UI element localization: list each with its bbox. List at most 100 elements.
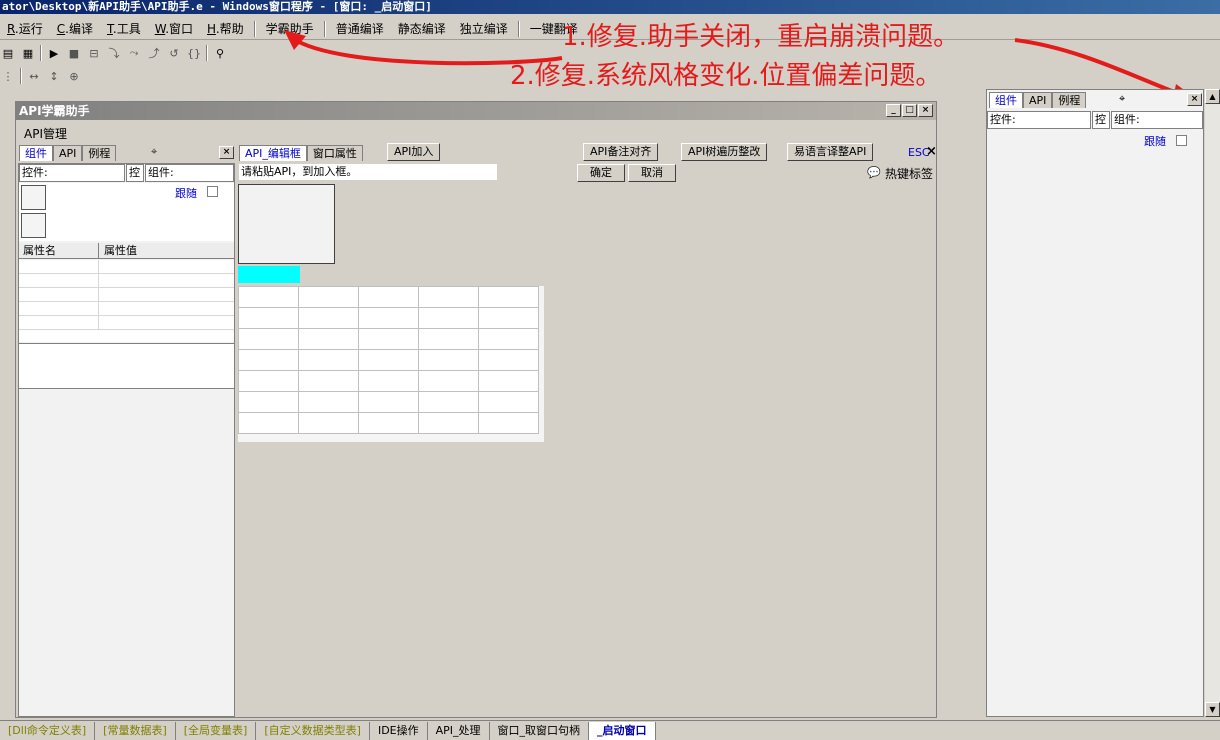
tab-get-window-handle[interactable]: 窗口_取窗口句柄 <box>490 722 590 740</box>
scroll-up-icon[interactable]: ▲ <box>1205 89 1220 104</box>
helper-window-title: API学霸助手 <box>16 102 936 120</box>
control-field[interactable]: 控件: <box>987 111 1091 129</box>
table-row[interactable] <box>19 274 234 288</box>
same-size-icon[interactable]: ⊕ <box>66 68 82 84</box>
table-row <box>238 307 539 329</box>
confirm-button[interactable]: 确定 <box>577 164 625 182</box>
component-icon-box[interactable] <box>21 185 46 210</box>
api-helper-window: API学霸助手 _ □ × API管理 组件 API 例程 ⌖ × 控件: 控 … <box>15 101 937 718</box>
table-row <box>238 370 539 392</box>
tab-dll-commands[interactable]: [Dll命令定义表] <box>0 722 96 740</box>
tab-examples[interactable]: 例程 <box>1052 92 1087 108</box>
design-grid[interactable] <box>238 286 544 442</box>
tab-ide-ops[interactable]: IDE操作 <box>370 722 428 740</box>
component-icon-box[interactable] <box>21 213 46 238</box>
same-height-icon[interactable]: ↕ <box>46 68 62 84</box>
step-icon[interactable]: ⊟ <box>86 45 102 61</box>
cyan-selection-block[interactable] <box>238 266 300 283</box>
menu-separator <box>253 20 256 37</box>
menu-run-key: R <box>7 21 15 36</box>
control-field[interactable]: 控件: <box>19 164 125 182</box>
follow-checkbox[interactable] <box>1176 135 1187 146</box>
panel-icon[interactable]: ▦ <box>20 45 36 61</box>
menu-help-label: .帮助 <box>215 21 244 36</box>
menu-window[interactable]: W.窗口 <box>148 19 200 39</box>
tab-api[interactable]: API <box>1023 92 1053 108</box>
follow-label: 跟随 <box>175 187 197 200</box>
tab-components[interactable]: 组件 <box>989 92 1023 108</box>
hotkey-label[interactable]: 热键标签 <box>885 165 933 182</box>
tab-examples[interactable]: 例程 <box>82 145 117 161</box>
table-row[interactable] <box>19 302 234 316</box>
pin-icon[interactable]: ⌖ <box>1119 92 1125 106</box>
toolbar-row-1: ▤ ▦ ▶ ■ ⊟ ⤵ ⤳ ⤴ ↺ {} ⚲ <box>0 43 228 63</box>
api-manage-menu[interactable]: API管理 <box>24 125 67 142</box>
close-icon[interactable]: × <box>918 104 933 117</box>
minimize-icon[interactable]: _ <box>886 104 901 117</box>
menu-help-key: H <box>207 21 216 36</box>
helper-right-tabs: API_编辑框 窗口属性 <box>239 145 363 161</box>
table-row[interactable] <box>19 288 234 302</box>
find-icon[interactable]: ⚲ <box>212 45 228 61</box>
tab-constants[interactable]: [常量数据表] <box>95 722 176 740</box>
api-note-align-button[interactable]: API备注对齐 <box>583 143 659 161</box>
tab-api-editbox[interactable]: API_编辑框 <box>239 145 307 161</box>
menu-tools[interactable]: T.工具 <box>100 19 148 39</box>
tab-global-vars[interactable]: [全局变量表] <box>176 722 257 740</box>
step-over-icon[interactable]: ⤳ <box>126 45 142 61</box>
api-paste-input[interactable]: 请粘贴API，到加入框。 <box>238 163 498 181</box>
api-add-button[interactable]: API加入 <box>387 143 441 161</box>
prop-name-header[interactable]: 属性名 <box>19 243 99 258</box>
eyuyan-translate-api-button[interactable]: 易语言译整API <box>787 143 874 161</box>
table-row[interactable] <box>19 260 234 274</box>
component-field[interactable]: 组件: <box>145 164 234 182</box>
tab-startup-window[interactable]: _启动窗口 <box>589 722 656 740</box>
comment-icon: 💬 <box>867 166 881 179</box>
toolbar-row-2: ⋮ ↔ ↕ ⊕ <box>0 66 82 86</box>
prop-value-header[interactable]: 属性值 <box>99 243 137 258</box>
menu-compile[interactable]: C.编译 <box>50 19 100 39</box>
run-icon[interactable]: ▶ <box>46 45 62 61</box>
run-to-cursor-icon[interactable]: ↺ <box>166 45 182 61</box>
scroll-down-icon[interactable]: ▼ <box>1205 702 1220 717</box>
tab-components[interactable]: 组件 <box>19 145 53 161</box>
design-box[interactable] <box>238 184 335 264</box>
grid-icon[interactable]: ⋮ <box>0 68 16 84</box>
table-row[interactable] <box>19 316 234 330</box>
arrow-to-close-button <box>1014 38 1186 98</box>
esc-close-icon[interactable]: × <box>926 144 937 159</box>
left-panel: 控件: 控 组件: 跟随 属性名 属性值 <box>18 163 235 717</box>
tab-window-props[interactable]: 窗口属性 <box>306 145 363 161</box>
grid-table <box>238 286 539 434</box>
control-short-field[interactable]: 控 <box>126 164 144 182</box>
follow-checkbox[interactable] <box>207 186 218 197</box>
arrow-head-left <box>284 30 306 50</box>
menu-compile-key: C <box>56 21 66 36</box>
stop-icon[interactable]: ■ <box>66 45 82 61</box>
description-area <box>19 343 234 389</box>
menu-tools-label: .工具 <box>112 21 141 36</box>
control-short-field[interactable]: 控 <box>1092 111 1110 129</box>
left-panel-close-icon[interactable]: × <box>219 146 234 159</box>
same-width-icon[interactable]: ↔ <box>26 68 42 84</box>
component-preview-area: 跟随 <box>19 183 234 241</box>
right-scrollbar[interactable]: ▲ ▼ <box>1205 89 1220 717</box>
right-panel-close-icon[interactable]: × <box>1187 93 1202 106</box>
breakpoint-icon[interactable]: {} <box>186 45 202 61</box>
tab-api[interactable]: API <box>53 145 83 161</box>
menu-run[interactable]: R.运行 <box>0 19 50 39</box>
menu-run-label: .运行 <box>14 21 43 36</box>
tab-api-process[interactable]: API_处理 <box>428 722 490 740</box>
pin-icon[interactable]: ⌖ <box>151 145 157 159</box>
tab-custom-types[interactable]: [自定义数据类型表] <box>256 722 370 740</box>
step-into-icon[interactable]: ⤵ <box>106 45 122 61</box>
step-out-icon[interactable]: ⤴ <box>146 45 162 61</box>
layout-icon[interactable]: ▤ <box>0 45 16 61</box>
cancel-button[interactable]: 取消 <box>628 164 676 182</box>
maximize-icon[interactable]: □ <box>902 104 917 117</box>
api-tree-traverse-button[interactable]: API树遍历整改 <box>681 143 768 161</box>
menu-help[interactable]: H.帮助 <box>200 19 251 39</box>
prop-grid <box>19 260 234 342</box>
table-row <box>238 349 539 371</box>
component-field[interactable]: 组件: <box>1111 111 1203 129</box>
